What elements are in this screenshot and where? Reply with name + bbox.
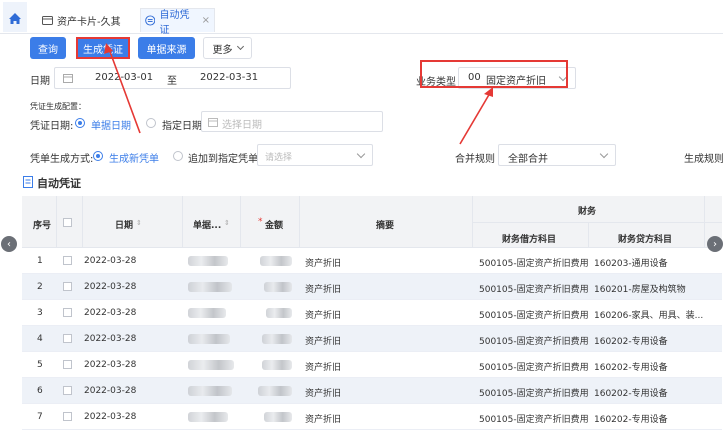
annotation-arrows — [104, 43, 493, 145]
